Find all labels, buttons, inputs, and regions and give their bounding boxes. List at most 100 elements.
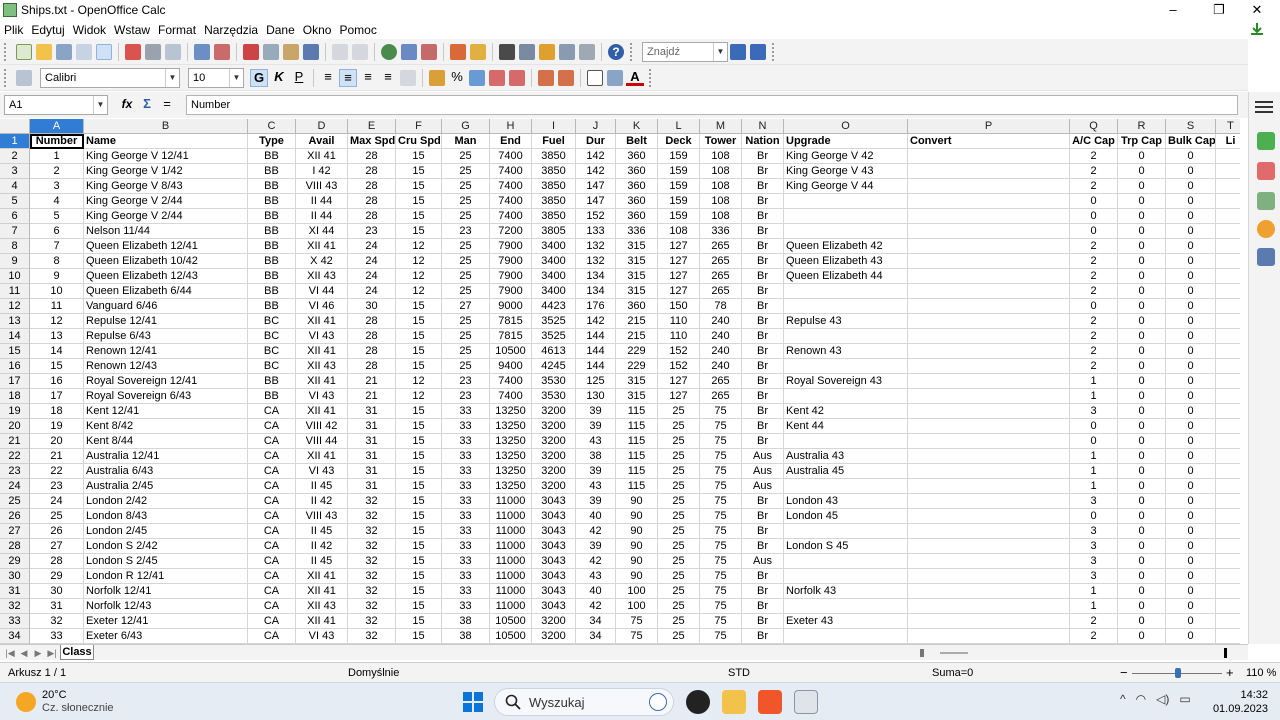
table-cell[interactable]: 24 (30, 494, 84, 509)
table-cell[interactable]: 336 (616, 224, 658, 239)
table-cell[interactable]: London 2/45 (84, 524, 248, 539)
table-cell[interactable]: Br (742, 209, 784, 224)
table-cell[interactable]: 15 (396, 524, 442, 539)
table-cell[interactable]: 0 (1166, 479, 1216, 494)
battery-icon[interactable]: ▭ (1179, 692, 1190, 706)
table-cell[interactable]: 0 (1166, 254, 1216, 269)
table-cell[interactable]: 33 (442, 524, 490, 539)
table-cell[interactable]: 3043 (532, 539, 576, 554)
table-cell[interactable]: 15 (396, 599, 442, 614)
table-cell[interactable] (784, 629, 908, 644)
navigator-sidebar-icon[interactable] (1257, 220, 1275, 238)
table-cell[interactable]: XII 43 (296, 269, 348, 284)
table-cell[interactable]: Br (742, 254, 784, 269)
toolbar-overflow[interactable] (649, 68, 655, 87)
table-cell[interactable]: 7200 (490, 224, 532, 239)
table-cell[interactable]: 32 (348, 494, 396, 509)
page-style[interactable]: Domyślnie (348, 667, 399, 679)
table-cell[interactable]: 15 (396, 614, 442, 629)
italic-button[interactable]: K (270, 69, 288, 87)
row-header[interactable]: 34 (0, 629, 30, 644)
table-cell[interactable]: 0 (1118, 449, 1166, 464)
table-cell[interactable]: 0 (1118, 524, 1166, 539)
table-cell[interactable]: CA (248, 569, 296, 584)
table-cell[interactable]: 31 (348, 464, 396, 479)
table-cell[interactable]: 3043 (532, 569, 576, 584)
table-cell[interactable]: 10500 (490, 344, 532, 359)
table-cell[interactable]: CA (248, 419, 296, 434)
table-cell[interactable]: 20 (30, 434, 84, 449)
table-cell[interactable]: 75 (700, 419, 742, 434)
table-cell[interactable]: 29 (30, 569, 84, 584)
table-cell[interactable]: 3200 (532, 434, 576, 449)
table-cell[interactable]: 9000 (490, 299, 532, 314)
table-cell[interactable]: 360 (616, 299, 658, 314)
zoom-slider-handle[interactable] (1175, 668, 1181, 678)
table-cell[interactable]: XII 41 (296, 614, 348, 629)
table-cell[interactable]: 32 (348, 629, 396, 644)
menu-edit[interactable]: Edytuj (27, 23, 68, 37)
table-cell[interactable]: 159 (658, 209, 700, 224)
next-sheet-button[interactable]: ▶ (32, 647, 44, 659)
header-cell[interactable]: Number (30, 134, 84, 149)
table-cell[interactable]: 4613 (532, 344, 576, 359)
file-explorer-icon[interactable] (722, 690, 746, 714)
table-cell[interactable]: 32 (348, 509, 396, 524)
table-cell[interactable]: 31 (348, 449, 396, 464)
add-decimal-icon[interactable] (489, 69, 505, 86)
print-preview-icon[interactable] (165, 43, 181, 60)
table-cell[interactable]: Norfolk 43 (784, 584, 908, 599)
row-header[interactable]: 8 (0, 239, 30, 254)
navigator-icon[interactable] (519, 43, 535, 60)
properties-icon[interactable] (1257, 132, 1275, 150)
table-cell[interactable]: 3043 (532, 584, 576, 599)
header-cell[interactable]: End (490, 134, 532, 149)
brave-browser-icon[interactable] (758, 690, 782, 714)
table-cell[interactable]: II 44 (296, 209, 348, 224)
table-cell[interactable]: 3043 (532, 524, 576, 539)
table-cell[interactable] (908, 524, 1070, 539)
table-cell[interactable]: 11000 (490, 599, 532, 614)
table-cell[interactable] (1216, 584, 1240, 599)
insert-chart-icon[interactable] (450, 43, 466, 60)
table-cell[interactable]: 0 (1166, 284, 1216, 299)
table-cell[interactable]: 0 (1118, 299, 1166, 314)
table-cell[interactable]: 9400 (490, 359, 532, 374)
table-cell[interactable]: King George V 1/42 (84, 164, 248, 179)
function-wizard-icon[interactable]: fx (118, 96, 136, 114)
table-cell[interactable]: II 45 (296, 554, 348, 569)
table-cell[interactable]: 360 (616, 209, 658, 224)
first-sheet-button[interactable]: |◀ (4, 647, 16, 659)
find-next-icon[interactable] (730, 43, 746, 60)
decrease-indent-icon[interactable] (538, 69, 554, 86)
table-cell[interactable]: 33 (442, 404, 490, 419)
table-cell[interactable] (784, 389, 908, 404)
table-cell[interactable]: 25 (658, 539, 700, 554)
table-cell[interactable]: 115 (616, 449, 658, 464)
table-cell[interactable]: BC (248, 359, 296, 374)
table-cell[interactable]: 33 (442, 434, 490, 449)
table-cell[interactable]: 0 (1166, 419, 1216, 434)
header-cell[interactable]: Avail (296, 134, 348, 149)
table-cell[interactable]: CA (248, 494, 296, 509)
table-cell[interactable]: 12 (396, 269, 442, 284)
table-cell[interactable]: 28 (348, 314, 396, 329)
table-cell[interactable]: 12 (396, 239, 442, 254)
table-cell[interactable]: 0 (1118, 269, 1166, 284)
table-cell[interactable]: 40 (576, 584, 616, 599)
table-cell[interactable]: 127 (658, 269, 700, 284)
table-cell[interactable] (1216, 254, 1240, 269)
table-cell[interactable]: 32 (348, 539, 396, 554)
table-cell[interactable] (784, 434, 908, 449)
table-cell[interactable]: 0 (1118, 284, 1166, 299)
table-cell[interactable]: 0 (1166, 224, 1216, 239)
table-cell[interactable]: 25 (442, 344, 490, 359)
table-cell[interactable]: 265 (700, 254, 742, 269)
row-header[interactable]: 7 (0, 224, 30, 239)
table-cell[interactable]: CA (248, 599, 296, 614)
table-cell[interactable] (908, 509, 1070, 524)
table-cell[interactable]: King George V 43 (784, 164, 908, 179)
zoom-in-button[interactable]: + (1226, 665, 1234, 680)
table-cell[interactable]: 2 (1070, 359, 1118, 374)
delete-decimal-icon[interactable] (509, 69, 525, 86)
